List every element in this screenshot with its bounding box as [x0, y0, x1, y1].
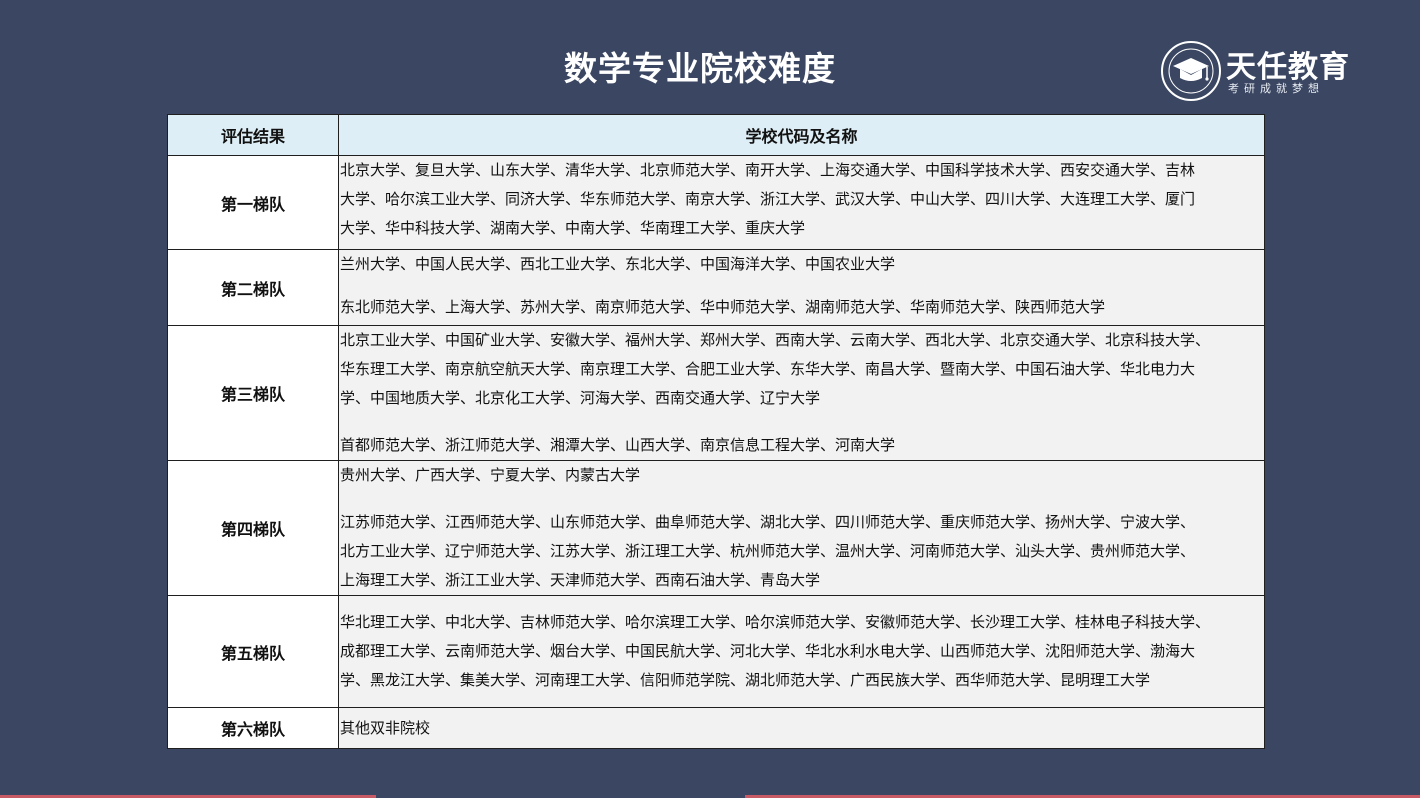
graduation-cap-icon — [1161, 41, 1221, 101]
school-line: 贵州大学、广西大学、宁夏大学、内蒙古大学 — [340, 466, 641, 484]
table-row: 第四梯队 贵州大学、广西大学、宁夏大学、内蒙古大学 江苏师范大学、江西师范大学、… — [167, 460, 1265, 596]
school-line: 其他双非院校 — [340, 718, 431, 737]
school-line: 华北理工大学、中北大学、吉林师范大学、哈尔滨理工大学、哈尔滨师范大学、安徽师范大… — [340, 613, 1211, 631]
table-row: 第二梯队 兰州大学、中国人民大学、西北工业大学、东北大学、中国海洋大学、中国农业… — [167, 249, 1265, 326]
brand-tagline: 考研成就梦想 — [1228, 82, 1324, 95]
table-row: 第三梯队 北京工业大学、中国矿业大学、安徽大学、福州大学、郑州大学、西南大学、云… — [167, 325, 1265, 461]
school-line: 北方工业大学、辽宁师范大学、江苏大学、浙江理工大学、杭州师范大学、温州大学、河南… — [340, 542, 1196, 560]
tier-label: 第五梯队 — [167, 595, 339, 708]
column-header-result: 评估结果 — [167, 114, 339, 156]
school-list: 北京工业大学、中国矿业大学、安徽大学、福州大学、郑州大学、西南大学、云南大学、西… — [338, 325, 1265, 461]
school-line: 大学、华中科技大学、湖南大学、中南大学、华南理工大学、重庆大学 — [340, 219, 806, 237]
school-line: 学、黑龙江大学、集美大学、河南理工大学、信阳师范学院、湖北师范大学、广西民族大学… — [340, 671, 1151, 689]
tier-label: 第四梯队 — [167, 460, 339, 596]
school-line: 首都师范大学、浙江师范大学、湘潭大学、山西大学、南京信息工程大学、河南大学 — [340, 436, 896, 454]
school-line: 北京大学、复旦大学、山东大学、清华大学、北京师范大学、南开大学、上海交通大学、中… — [340, 161, 1196, 179]
table-row: 第六梯队 其他双非院校 — [167, 707, 1265, 749]
school-list: 贵州大学、广西大学、宁夏大学、内蒙古大学 江苏师范大学、江西师范大学、山东师范大… — [338, 460, 1265, 596]
table-header-row: 评估结果 学校代码及名称 — [167, 114, 1265, 156]
brand-logo: 天任教育 考研成就梦想 — [1160, 40, 1370, 102]
school-line: 北京工业大学、中国矿业大学、安徽大学、福州大学、郑州大学、西南大学、云南大学、西… — [340, 331, 1211, 349]
school-line: 兰州大学、中国人民大学、西北工业大学、东北大学、中国海洋大学、中国农业大学 — [340, 255, 896, 273]
school-line: 东北师范大学、上海大学、苏州大学、南京师范大学、华中师范大学、湖南师范大学、华南… — [340, 298, 1106, 316]
school-line: 江苏师范大学、江西师范大学、山东师范大学、曲阜师范大学、湖北大学、四川师范大学、… — [340, 513, 1196, 531]
school-list: 华北理工大学、中北大学、吉林师范大学、哈尔滨理工大学、哈尔滨师范大学、安徽师范大… — [338, 595, 1265, 708]
school-line: 上海理工大学、浙江工业大学、天津师范大学、西南石油大学、青岛大学 — [340, 571, 821, 589]
tier-label: 第三梯队 — [167, 325, 339, 461]
tier-label: 第六梯队 — [167, 707, 339, 749]
school-line: 学、中国地质大学、北京化工大学、河海大学、西南交通大学、辽宁大学 — [340, 389, 821, 407]
school-list: 其他双非院校 — [338, 707, 1265, 749]
ranking-table: 评估结果 学校代码及名称 第一梯队 北京大学、复旦大学、山东大学、清华大学、北京… — [167, 114, 1265, 749]
school-line: 大学、哈尔滨工业大学、同济大学、华东师范大学、南京大学、浙江大学、武汉大学、中山… — [340, 190, 1196, 208]
school-line: 成都理工大学、云南师范大学、烟台大学、中国民航大学、河北大学、华北水利水电大学、… — [340, 642, 1196, 660]
tier-label: 第一梯队 — [167, 155, 339, 250]
table-row: 第五梯队 华北理工大学、中北大学、吉林师范大学、哈尔滨理工大学、哈尔滨师范大学、… — [167, 595, 1265, 708]
table-row: 第一梯队 北京大学、复旦大学、山东大学、清华大学、北京师范大学、南开大学、上海交… — [167, 155, 1265, 250]
tier-label: 第二梯队 — [167, 249, 339, 326]
school-line: 华东理工大学、南京航空航天大学、南京理工大学、合肥工业大学、东华大学、南昌大学、… — [340, 360, 1196, 378]
school-list: 兰州大学、中国人民大学、西北工业大学、东北大学、中国海洋大学、中国农业大学 东北… — [338, 249, 1265, 326]
school-list: 北京大学、复旦大学、山东大学、清华大学、北京师范大学、南开大学、上海交通大学、中… — [338, 155, 1265, 250]
column-header-schools: 学校代码及名称 — [338, 114, 1265, 156]
